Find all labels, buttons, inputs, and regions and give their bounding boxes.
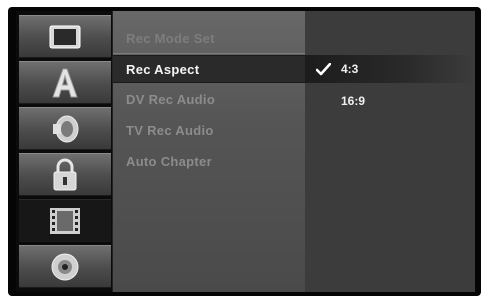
sidebar-item-display[interactable]: [19, 15, 111, 58]
option-4-3[interactable]: 4:3: [305, 55, 475, 83]
menu-item-rec-mode-set[interactable]: Rec Mode Set: [113, 25, 306, 53]
sidebar-item-audio[interactable]: [19, 107, 111, 150]
sidebar-item-disc[interactable]: [19, 245, 111, 288]
sidebar-item-lock[interactable]: [19, 153, 111, 196]
aspect-options-panel: 4:3 16:9: [305, 11, 475, 292]
speaker-icon: [48, 114, 82, 144]
menu-item-rec-aspect[interactable]: Rec Aspect: [113, 55, 306, 83]
sidebar-item-language[interactable]: [19, 61, 111, 104]
osd-setup-screen: Rec Mode Set Rec Aspect DV Rec Audio TV …: [8, 7, 481, 296]
menu-item-dv-rec-audio[interactable]: DV Rec Audio: [113, 86, 306, 114]
film-strip-icon: [48, 206, 82, 236]
menu-item-tv-rec-audio[interactable]: TV Rec Audio: [113, 117, 306, 145]
menu-item-auto-chapter[interactable]: Auto Chapter: [113, 148, 306, 176]
sidebar-item-recording[interactable]: [19, 199, 111, 242]
padlock-icon: [50, 158, 80, 192]
option-16-9[interactable]: 16:9: [305, 87, 475, 115]
option-label: 4:3: [341, 62, 359, 76]
disc-icon: [48, 251, 82, 283]
menu-divider: [113, 53, 306, 54]
category-sidebar: [16, 11, 113, 292]
option-label: 16:9: [341, 94, 366, 108]
setup-menu-list: Rec Mode Set Rec Aspect DV Rec Audio TV …: [112, 11, 306, 292]
tv-screen-icon: [48, 24, 82, 50]
language-a-icon: [48, 67, 82, 99]
checkmark-icon: [316, 55, 332, 83]
